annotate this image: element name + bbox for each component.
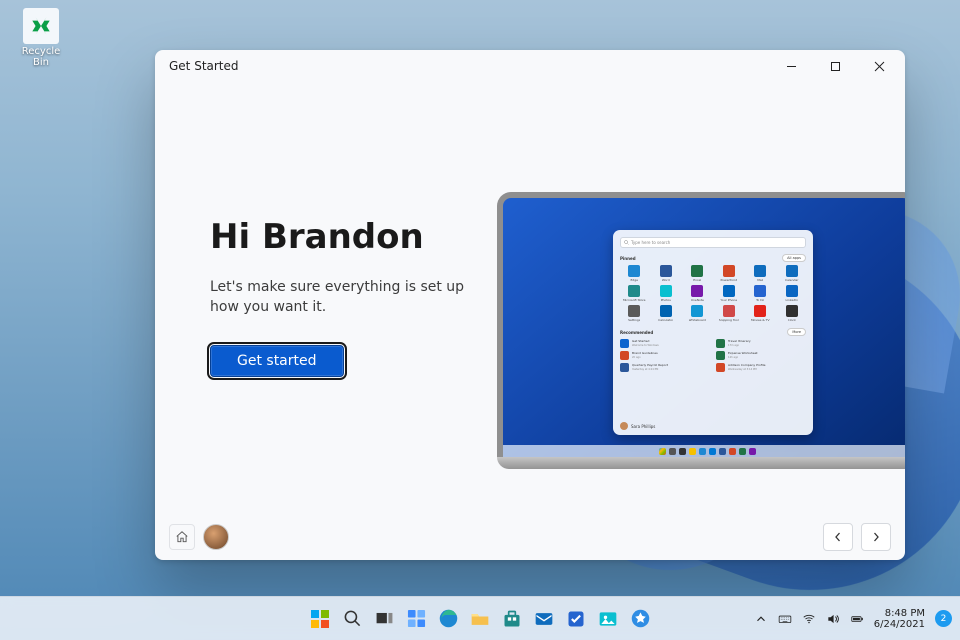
home-button[interactable] bbox=[169, 524, 195, 550]
maximize-button[interactable] bbox=[813, 51, 857, 81]
start-button[interactable] bbox=[307, 606, 333, 632]
pinned-app: Calendar bbox=[778, 265, 807, 282]
clock[interactable]: 8:48 PM 6/24/2021 bbox=[874, 608, 925, 630]
pinned-app: Calculator bbox=[652, 305, 681, 322]
close-button[interactable] bbox=[857, 51, 901, 81]
recommended-item: Brand Guidelines2h ago bbox=[620, 351, 710, 360]
pinned-app: Movies & TV bbox=[746, 305, 775, 322]
pinned-app: OneNote bbox=[683, 285, 712, 302]
task-view-button[interactable] bbox=[371, 606, 397, 632]
pinned-label: Pinned bbox=[620, 256, 636, 261]
tray-chevron-icon[interactable] bbox=[754, 612, 768, 626]
recommended-item: Addison Company ProfileWednesday at 3:14… bbox=[716, 363, 806, 372]
get-started-window: Get Started Hi Brandon Let's make sure e… bbox=[155, 50, 905, 560]
greeting-subtext: Let's make sure everything is set up how… bbox=[210, 277, 470, 318]
start-menu-preview: Type here to search Pinned All apps Edge… bbox=[613, 230, 813, 435]
recommended-item: Travel Itinerary17m ago bbox=[716, 339, 806, 348]
battery-icon[interactable] bbox=[850, 612, 864, 626]
start-search-preview: Type here to search bbox=[620, 237, 806, 248]
recommended-item: Get StartedWelcome to Windows bbox=[620, 339, 710, 348]
recommended-item: Quarterly Payroll ReportYesterday at 4:2… bbox=[620, 363, 710, 372]
start-user-name: Sara Phillips bbox=[631, 424, 655, 429]
pinned-app: Mail bbox=[746, 265, 775, 282]
user-avatar[interactable] bbox=[203, 524, 229, 550]
pinned-app: To Do bbox=[746, 285, 775, 302]
notification-badge[interactable]: 2 bbox=[935, 610, 952, 627]
pinned-app: LinkedIn bbox=[778, 285, 807, 302]
pinned-app: Photos bbox=[652, 285, 681, 302]
recycle-bin-label: Recycle Bin bbox=[22, 46, 61, 68]
recommended-label: Recommended bbox=[620, 330, 653, 335]
file-explorer-button[interactable] bbox=[467, 606, 493, 632]
get-started-button[interactable]: Get started bbox=[210, 345, 344, 377]
pinned-app: Snipping Tool bbox=[715, 305, 744, 322]
titlebar: Get Started bbox=[155, 50, 905, 82]
recycle-bin[interactable]: Recycle Bin bbox=[14, 8, 68, 68]
pinned-app: Word bbox=[652, 265, 681, 282]
widgets-button[interactable] bbox=[403, 606, 429, 632]
store-button[interactable] bbox=[499, 606, 525, 632]
photos-button[interactable] bbox=[595, 606, 621, 632]
start-user-avatar bbox=[620, 422, 628, 430]
todo-button[interactable] bbox=[563, 606, 589, 632]
pinned-app: Clock bbox=[778, 305, 807, 322]
edge-button[interactable] bbox=[435, 606, 461, 632]
volume-icon[interactable] bbox=[826, 612, 840, 626]
preview-taskbar bbox=[503, 445, 905, 457]
pinned-app: Your Phone bbox=[715, 285, 744, 302]
minimize-button[interactable] bbox=[769, 51, 813, 81]
clock-date: 6/24/2021 bbox=[874, 619, 925, 630]
get-started-taskbar-button[interactable] bbox=[627, 606, 653, 632]
wifi-icon[interactable] bbox=[802, 612, 816, 626]
prev-button[interactable] bbox=[823, 523, 853, 551]
search-button[interactable] bbox=[339, 606, 365, 632]
greeting-heading: Hi Brandon bbox=[210, 217, 505, 257]
recommended-item: Expense Worksheet12h ago bbox=[716, 351, 806, 360]
pinned-app: Excel bbox=[683, 265, 712, 282]
clock-time: 8:48 PM bbox=[874, 608, 925, 619]
taskbar: 8:48 PM 6/24/2021 2 bbox=[0, 596, 960, 640]
pinned-app: Whiteboard bbox=[683, 305, 712, 322]
more-pill: More bbox=[787, 328, 806, 336]
pinned-app: Settings bbox=[620, 305, 649, 322]
all-apps-pill: All apps bbox=[782, 254, 806, 262]
window-title: Get Started bbox=[169, 59, 239, 73]
hero-laptop-illustration: Type here to search Pinned All apps Edge… bbox=[497, 192, 905, 492]
next-button[interactable] bbox=[861, 523, 891, 551]
recycle-bin-icon bbox=[23, 8, 59, 44]
pinned-app: Edge bbox=[620, 265, 649, 282]
pinned-app: Microsoft Store bbox=[620, 285, 649, 302]
keyboard-icon[interactable] bbox=[778, 612, 792, 626]
mail-button[interactable] bbox=[531, 606, 557, 632]
pinned-app: PowerPoint bbox=[715, 265, 744, 282]
